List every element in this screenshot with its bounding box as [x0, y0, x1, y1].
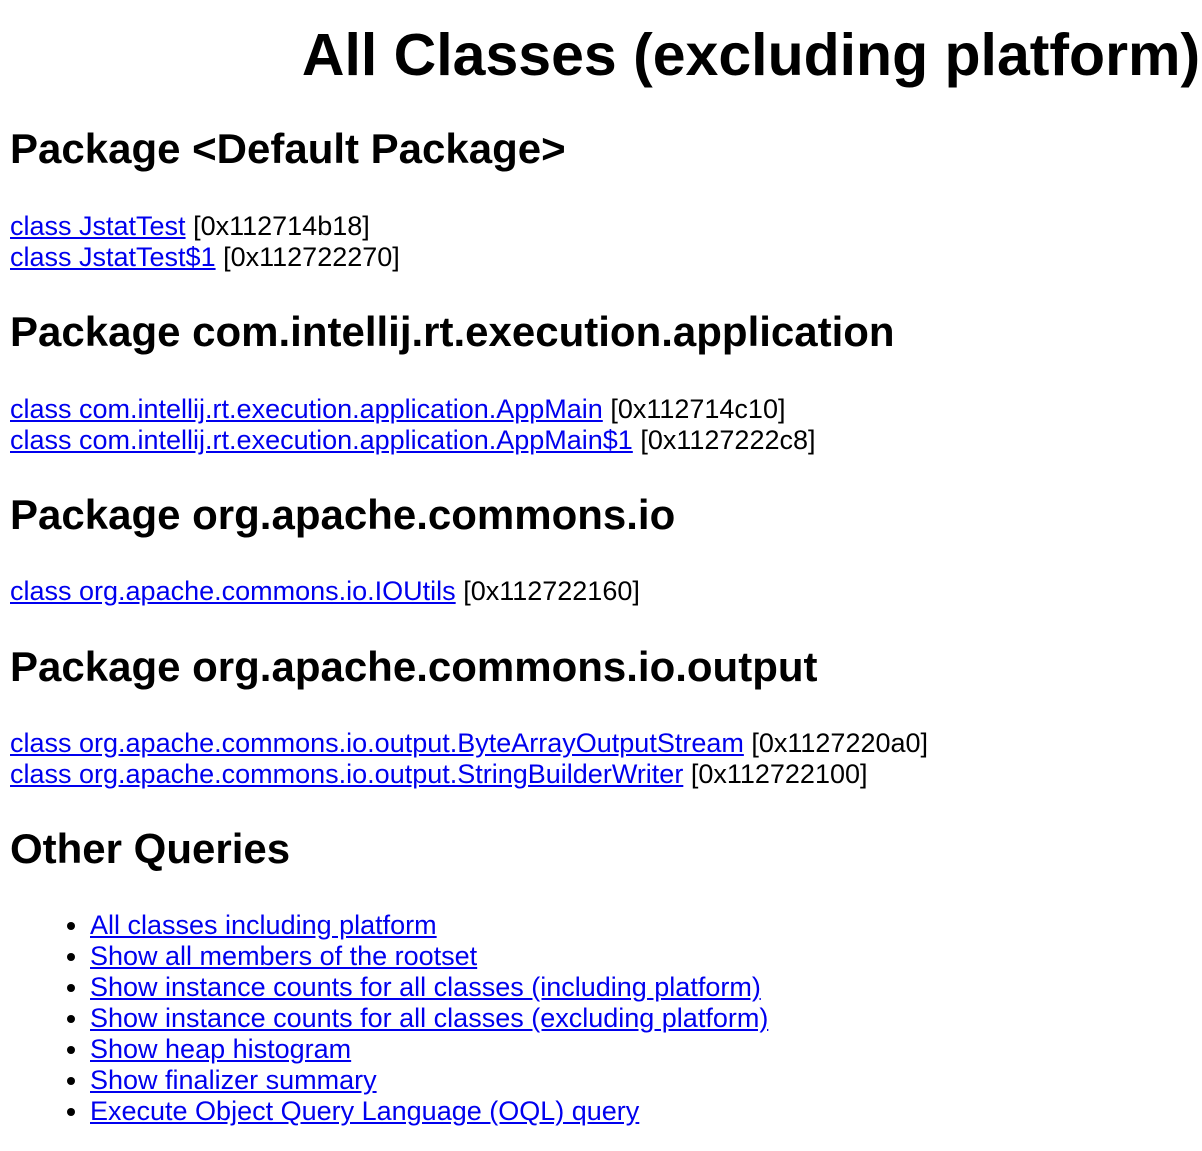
- class-row: class com.intellij.rt.execution.applicat…: [10, 394, 816, 425]
- class-row: class org.apache.commons.io.IOUtils [0x1…: [10, 576, 640, 607]
- query-item: Show instance counts for all classes (in…: [90, 972, 1110, 1003]
- query-item: Show all members of the rootset: [90, 941, 1110, 972]
- package-heading-commons-io: Package org.apache.commons.io: [10, 491, 676, 538]
- class-link[interactable]: class JstatTest: [10, 211, 186, 241]
- class-list-commons-io-output: class org.apache.commons.io.output.ByteA…: [10, 728, 928, 790]
- package-heading-default: Package <Default Package>: [10, 125, 566, 172]
- query-link-oql[interactable]: Execute Object Query Language (OQL) quer…: [90, 1096, 639, 1126]
- class-address: [0x112714b18]: [193, 211, 370, 241]
- class-link[interactable]: class com.intellij.rt.execution.applicat…: [10, 394, 603, 424]
- query-link-rootset-members[interactable]: Show all members of the rootset: [90, 941, 477, 971]
- class-address: [0x112722270]: [223, 242, 400, 272]
- other-queries-container: All classes including platform Show all …: [10, 910, 1110, 1127]
- class-list-intellij: class com.intellij.rt.execution.applicat…: [10, 394, 816, 456]
- class-row: class org.apache.commons.io.output.ByteA…: [10, 728, 928, 759]
- page: All Classes (excluding platform) Package…: [0, 0, 1202, 1151]
- class-row: class JstatTest$1 [0x112722270]: [10, 242, 400, 273]
- query-link-instance-counts-including[interactable]: Show instance counts for all classes (in…: [90, 972, 761, 1002]
- query-item: All classes including platform: [90, 910, 1110, 941]
- class-address: [0x112722100]: [690, 759, 868, 789]
- class-row: class com.intellij.rt.execution.applicat…: [10, 425, 816, 456]
- other-queries-heading: Other Queries: [10, 825, 291, 872]
- package-heading-intellij: Package com.intellij.rt.execution.applic…: [10, 308, 895, 355]
- page-title-wrap: All Classes (excluding platform): [0, 0, 1202, 92]
- class-address: [0x1127222c8]: [640, 425, 816, 455]
- class-list-default: class JstatTest [0x112714b18] class Jsta…: [10, 211, 400, 273]
- class-address: [0x1127220a0]: [751, 728, 929, 758]
- class-link[interactable]: class com.intellij.rt.execution.applicat…: [10, 425, 633, 455]
- page-title: All Classes (excluding platform): [301, 22, 1201, 88]
- class-row: class org.apache.commons.io.output.Strin…: [10, 759, 928, 790]
- query-link-heap-histogram[interactable]: Show heap histogram: [90, 1034, 351, 1064]
- query-link-instance-counts-excluding[interactable]: Show instance counts for all classes (ex…: [90, 1003, 768, 1033]
- query-item: Execute Object Query Language (OQL) quer…: [90, 1096, 1110, 1127]
- class-address: [0x112714c10]: [610, 394, 786, 424]
- class-link[interactable]: class JstatTest$1: [10, 242, 216, 272]
- query-item: Show finalizer summary: [90, 1065, 1110, 1096]
- query-link-all-classes-including-platform[interactable]: All classes including platform: [90, 910, 437, 940]
- query-item: Show heap histogram: [90, 1034, 1110, 1065]
- class-address: [0x112722160]: [463, 576, 640, 606]
- query-item: Show instance counts for all classes (ex…: [90, 1003, 1110, 1034]
- other-queries-list: All classes including platform Show all …: [10, 910, 1110, 1127]
- class-row: class JstatTest [0x112714b18]: [10, 211, 400, 242]
- package-heading-commons-io-output: Package org.apache.commons.io.output: [10, 643, 818, 690]
- query-link-finalizer-summary[interactable]: Show finalizer summary: [90, 1065, 377, 1095]
- class-link[interactable]: class org.apache.commons.io.output.Strin…: [10, 759, 683, 789]
- class-link[interactable]: class org.apache.commons.io.output.ByteA…: [10, 728, 744, 758]
- class-list-commons-io: class org.apache.commons.io.IOUtils [0x1…: [10, 576, 640, 607]
- class-link[interactable]: class org.apache.commons.io.IOUtils: [10, 576, 456, 606]
